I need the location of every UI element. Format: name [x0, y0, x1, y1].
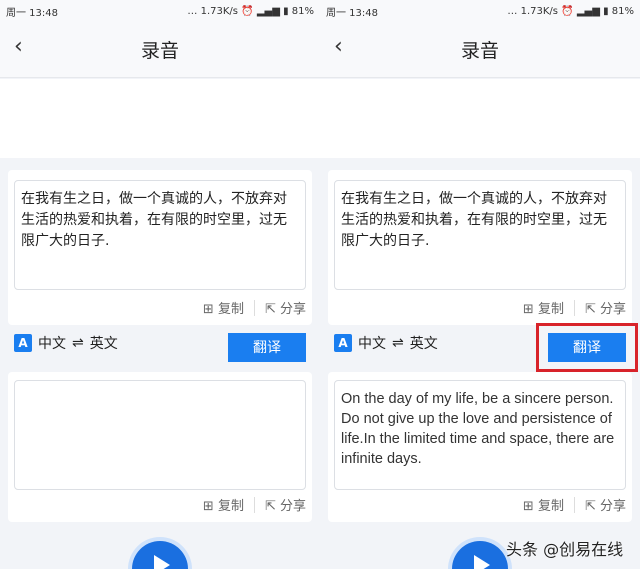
result-text[interactable] — [14, 380, 306, 490]
battery: 81% — [291, 5, 314, 17]
highlight-box — [536, 323, 638, 372]
translate-button[interactable]: 翻译 — [228, 333, 306, 362]
phone-screen-after: 周一 13:48 … 1.73K/s ⏰ ▂▄▆ ▮ 81% ‹ 录音 在我有生之日… — [320, 0, 640, 569]
swap-icon[interactable]: ⇌ — [72, 335, 84, 351]
phone-screen-before: 周一 13:48 … 1.73K/s ⏰ ▂▄▆ ▮ 81% ‹ 录音 在我有生之日… — [0, 0, 320, 569]
share-button[interactable]: ⇱ 分享 — [265, 495, 306, 514]
divider — [573, 496, 575, 513]
status-time: 周一 13:48 — [326, 7, 378, 19]
swap-icon[interactable]: ⇌ — [392, 335, 404, 351]
recording-area — [320, 79, 640, 158]
result-text[interactable]: On the day of my life, be a sincere pers… — [334, 380, 626, 490]
header: ‹ 录音 — [320, 22, 640, 78]
page-title: 录音 — [460, 40, 499, 62]
share-button[interactable]: ⇱ 分享 — [585, 298, 626, 317]
share-label: 分享 — [599, 499, 626, 514]
play-button[interactable] — [452, 541, 508, 569]
copy-button[interactable]: ⊞ 复制 — [203, 298, 244, 317]
language-selector[interactable]: A 中文 ⇌ 英文 — [334, 333, 438, 353]
divider — [253, 299, 255, 316]
copy-button[interactable]: ⊞ 复制 — [203, 495, 244, 514]
recording-area — [0, 79, 320, 158]
share-label: 分享 — [279, 302, 306, 317]
share-button[interactable]: ⇱ 分享 — [585, 495, 626, 514]
source-actions: ⊞ 复制 ⇱ 分享 — [523, 298, 626, 317]
source-card: 在我有生之日，做一个真诚的人，不放弃对生活的热爱和执着，在有限的时空里，过无限广… — [8, 170, 312, 325]
net-speed: 1.73K/s — [200, 5, 239, 17]
target-language[interactable]: 英文 — [410, 333, 438, 353]
source-card: 在我有生之日，做一个真诚的人，不放弃对生活的热爱和执着，在有限的时空里，过无限广… — [328, 170, 632, 325]
translate-icon: A — [334, 334, 352, 352]
watermark: 头条 @创易在线 — [506, 540, 624, 559]
net-speed: 1.73K/s — [520, 5, 559, 17]
source-text[interactable]: 在我有生之日，做一个真诚的人，不放弃对生活的热爱和执着，在有限的时空里，过无限广… — [334, 180, 626, 290]
copy-label: 复制 — [217, 499, 244, 514]
result-card: On the day of my life, be a sincere pers… — [328, 372, 632, 522]
share-label: 分享 — [599, 302, 626, 317]
target-language[interactable]: 英文 — [90, 333, 118, 353]
result-card: ⊞ 复制 ⇱ 分享 — [8, 372, 312, 522]
source-actions: ⊞ 复制 ⇱ 分享 — [203, 298, 306, 317]
share-button[interactable]: ⇱ 分享 — [265, 298, 306, 317]
header: ‹ 录音 — [0, 22, 320, 78]
result-actions: ⊞ 复制 ⇱ 分享 — [523, 495, 626, 514]
copy-label: 复制 — [537, 499, 564, 514]
divider — [253, 496, 255, 513]
status-time: 周一 13:48 — [6, 7, 58, 19]
copy-button[interactable]: ⊞ 复制 — [523, 298, 564, 317]
battery: 81% — [611, 5, 634, 17]
status-bar: 周一 13:48 … 1.73K/s ⏰ ▂▄▆ ▮ 81% — [0, 0, 320, 22]
result-actions: ⊞ 复制 ⇱ 分享 — [203, 495, 306, 514]
status-right: … 1.73K/s ⏰ ▂▄▆ ▮ 81% — [187, 5, 314, 17]
page-title: 录音 — [140, 40, 179, 62]
language-selector[interactable]: A 中文 ⇌ 英文 — [14, 333, 118, 353]
copy-label: 复制 — [217, 302, 244, 317]
source-text[interactable]: 在我有生之日，做一个真诚的人，不放弃对生活的热爱和执着，在有限的时空里，过无限广… — [14, 180, 306, 290]
status-bar: 周一 13:48 … 1.73K/s ⏰ ▂▄▆ ▮ 81% — [320, 0, 640, 22]
source-language[interactable]: 中文 — [38, 333, 66, 353]
source-language[interactable]: 中文 — [358, 333, 386, 353]
status-right: … 1.73K/s ⏰ ▂▄▆ ▮ 81% — [507, 5, 634, 17]
copy-label: 复制 — [537, 302, 564, 317]
translate-icon: A — [14, 334, 32, 352]
divider — [573, 299, 575, 316]
play-button[interactable] — [132, 541, 188, 569]
share-label: 分享 — [279, 499, 306, 514]
copy-button[interactable]: ⊞ 复制 — [523, 495, 564, 514]
